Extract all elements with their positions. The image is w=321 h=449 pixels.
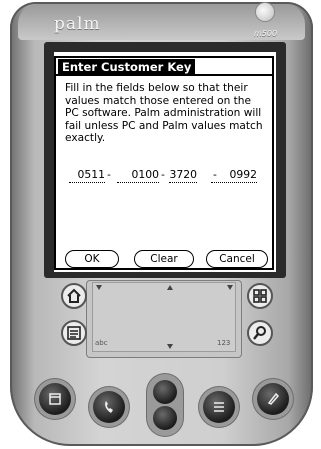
customer-key-row: 0511 - 0100 - 3720 - 0992 bbox=[61, 168, 267, 183]
phone-book-icon[interactable] bbox=[93, 391, 125, 423]
scroll-down-button[interactable] bbox=[153, 406, 177, 430]
date-book-icon[interactable] bbox=[39, 383, 71, 415]
favorites-icon[interactable] bbox=[247, 283, 273, 309]
find-icon[interactable] bbox=[247, 320, 273, 346]
cancel-button[interactable]: Cancel bbox=[206, 250, 268, 268]
scroll-up-button[interactable] bbox=[153, 380, 177, 404]
scroll-buttons bbox=[147, 374, 183, 436]
key-separator: - bbox=[107, 168, 111, 181]
corner-arrow-icon bbox=[96, 285, 102, 290]
divider-arrow-down-icon bbox=[167, 344, 173, 349]
lcd-screen: Enter Customer Key Fill in the fields be… bbox=[54, 52, 276, 272]
memo-pad-icon[interactable] bbox=[257, 383, 289, 415]
dialog-title: Enter Customer Key bbox=[58, 59, 196, 75]
palm-logo: palm bbox=[54, 14, 101, 34]
model-label: m500 bbox=[254, 29, 278, 38]
divider-arrow-up-icon bbox=[167, 285, 173, 290]
title-rule bbox=[56, 74, 272, 76]
key-field-1[interactable]: 0511 bbox=[69, 168, 105, 183]
key-field-4[interactable]: 0992 bbox=[211, 168, 257, 183]
key-field-2[interactable]: 0100 bbox=[117, 168, 159, 183]
key-separator: - bbox=[161, 168, 165, 181]
ok-button[interactable]: OK bbox=[65, 250, 119, 268]
key-field-3[interactable]: 3720 bbox=[169, 168, 197, 183]
corner-arrow-icon bbox=[227, 285, 233, 290]
menu-icon[interactable] bbox=[61, 320, 87, 346]
graffiti-numbers-label: 123 bbox=[217, 339, 231, 347]
graffiti-letters-label: abc bbox=[95, 339, 108, 347]
power-led[interactable] bbox=[256, 3, 274, 21]
graffiti-area[interactable]: abc 123 bbox=[92, 282, 236, 352]
customer-key-dialog: Enter Customer Key Fill in the fields be… bbox=[54, 56, 274, 270]
home-icon[interactable] bbox=[61, 283, 87, 309]
instructions-text: Fill in the fields below so that their v… bbox=[65, 82, 263, 145]
clear-button[interactable]: Clear bbox=[134, 250, 194, 268]
todo-list-icon[interactable] bbox=[203, 391, 235, 423]
